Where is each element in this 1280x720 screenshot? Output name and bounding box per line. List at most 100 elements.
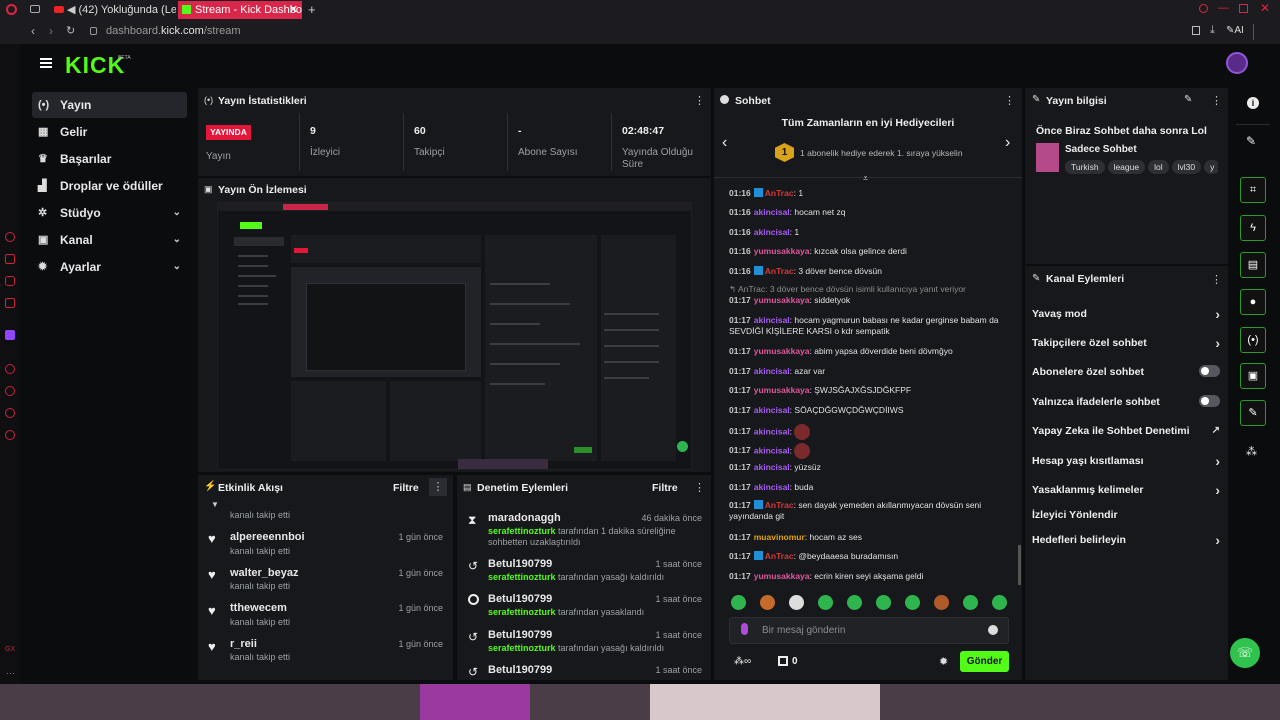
account-age-item[interactable]: Hesap yaşı kısıtlaması › bbox=[1032, 453, 1222, 469]
tag[interactable]: y bbox=[1204, 160, 1218, 174]
flash-icon[interactable]: ϟ bbox=[1240, 215, 1266, 241]
nav-item-achievements[interactable]: ♛ Başarılar bbox=[32, 146, 187, 172]
mod-actor[interactable]: serafettinozturk bbox=[488, 643, 556, 653]
pin-collapse-icon[interactable]: ⩡ bbox=[863, 173, 868, 184]
emotes-only-toggle[interactable] bbox=[1199, 395, 1220, 407]
opera-logo-icon[interactable] bbox=[6, 4, 17, 15]
notes-icon[interactable]: ▤ bbox=[1240, 252, 1266, 278]
chat-username[interactable]: yumusakkaya bbox=[754, 571, 810, 581]
minimize-icon[interactable]: — bbox=[1218, 2, 1229, 14]
activity-username[interactable]: r_reii bbox=[230, 638, 257, 650]
chat-username[interactable]: akincisal bbox=[754, 366, 790, 376]
sidebar-clock-icon[interactable] bbox=[5, 386, 15, 396]
more-icon[interactable]: ⋮ bbox=[694, 481, 705, 494]
nav-item-stream[interactable]: (•) Yayın bbox=[32, 92, 187, 118]
chat-username[interactable]: yumusakkaya bbox=[754, 385, 810, 395]
emote-icon[interactable] bbox=[934, 595, 949, 610]
layout-icon[interactable]: ▣ bbox=[1240, 363, 1266, 389]
browser-search-icon[interactable] bbox=[1199, 4, 1208, 13]
mod-username[interactable]: Betul190799 bbox=[488, 593, 552, 605]
sidebar-extension-icon[interactable] bbox=[5, 254, 15, 264]
sidebar-aria-icon[interactable] bbox=[5, 232, 15, 242]
mod-username[interactable]: Betul190799 bbox=[488, 664, 552, 676]
sidebar-bookmarks-icon[interactable] bbox=[5, 408, 15, 418]
edit-stream-icon[interactable]: ✎ bbox=[1246, 134, 1256, 148]
group-icon[interactable]: ⁂ bbox=[1246, 445, 1257, 458]
activity-username[interactable]: tthewecem bbox=[230, 602, 287, 614]
filter-button[interactable]: Filtre bbox=[393, 482, 419, 494]
sidebar-settings-icon[interactable] bbox=[5, 430, 15, 440]
more-icon[interactable]: ⋮ bbox=[694, 94, 705, 107]
sidebar-gx-icon[interactable]: GX bbox=[5, 646, 15, 653]
stream-preview-video[interactable] bbox=[217, 202, 692, 470]
mod-actor[interactable]: serafettinozturk bbox=[488, 607, 556, 617]
more-icon[interactable]: ⋮ bbox=[1211, 94, 1222, 107]
tag[interactable]: lvl30 bbox=[1171, 160, 1202, 174]
more-icon[interactable]: ⋮ bbox=[429, 478, 447, 496]
sidebar-news-icon[interactable] bbox=[5, 298, 15, 308]
goals-item[interactable]: Hedefleri belirleyin › bbox=[1032, 532, 1222, 548]
emote-icon[interactable] bbox=[731, 595, 746, 610]
chat-username[interactable]: akincisal bbox=[754, 445, 790, 455]
banned-words-item[interactable]: Yasaklanmış kelimeler › bbox=[1032, 482, 1222, 498]
close-tab-icon[interactable]: ✕ bbox=[289, 1, 298, 19]
chat-username[interactable]: akincisal bbox=[754, 405, 790, 415]
nav-item-settings[interactable]: ✹ Ayarlar ⌄ bbox=[32, 254, 187, 280]
sidebar-more-icon[interactable]: ··· bbox=[6, 668, 15, 678]
ai-button[interactable]: ✎AI bbox=[1226, 25, 1244, 36]
activity-username[interactable]: alpereeennboi bbox=[230, 531, 305, 543]
microphone-icon[interactable] bbox=[741, 623, 748, 635]
nav-item-channel[interactable]: ▣ Kanal ⌄ bbox=[32, 227, 187, 253]
more-icon[interactable]: ⋮ bbox=[1004, 94, 1015, 107]
clip-icon[interactable]: ⌗ bbox=[1240, 177, 1266, 203]
emote-icon[interactable] bbox=[992, 595, 1007, 610]
nav-item-studio[interactable]: ✲ Stüdyo ⌄ bbox=[32, 200, 187, 226]
edit-icon[interactable]: ✎ bbox=[1184, 94, 1192, 105]
tag[interactable]: lol bbox=[1148, 160, 1169, 174]
kick-logo[interactable]: KICK bbox=[65, 52, 125, 79]
sidebar-history-icon[interactable] bbox=[5, 364, 15, 374]
chat-username[interactable]: akincisal bbox=[754, 315, 790, 325]
chat-username[interactable]: AnTrac bbox=[765, 500, 794, 510]
chat-username[interactable]: akincisal bbox=[754, 482, 790, 492]
url-field[interactable]: dashboard.kick.com/stream bbox=[106, 25, 241, 37]
emoji-icon[interactable] bbox=[988, 625, 998, 635]
menu-icon[interactable] bbox=[40, 58, 52, 68]
download-icon[interactable]: ⤓ bbox=[1210, 24, 1215, 37]
chat-scrollbar[interactable] bbox=[1018, 545, 1021, 585]
chat-username[interactable]: akincisal bbox=[754, 462, 790, 472]
chat-username[interactable]: yumusakkaya bbox=[754, 295, 810, 305]
chat-username[interactable]: muavinomur bbox=[754, 532, 805, 542]
send-button[interactable]: Gönder bbox=[960, 651, 1009, 672]
emote-icon[interactable] bbox=[876, 595, 891, 610]
support-fab[interactable]: ☏ bbox=[1230, 638, 1260, 668]
browser-tab-youtube[interactable]: ◀(42) Yokluğunda (Leyla bbox=[50, 1, 176, 19]
new-tab-icon[interactable]: + bbox=[308, 2, 316, 17]
ai-moderation-item[interactable]: Yapay Zeka ile Sohbet Denetimi ↗ bbox=[1032, 425, 1222, 437]
chat-icon[interactable]: ● bbox=[1240, 289, 1266, 315]
user-avatar[interactable] bbox=[1226, 52, 1248, 74]
more-icon[interactable]: ⋮ bbox=[1211, 273, 1222, 286]
mod-actor[interactable]: serafettinozturk bbox=[488, 526, 556, 536]
broadcast-icon[interactable]: (•) bbox=[1240, 327, 1266, 353]
maximize-icon[interactable] bbox=[1239, 4, 1248, 13]
chat-username[interactable]: AnTrac bbox=[765, 551, 794, 561]
share-icon[interactable] bbox=[1192, 26, 1200, 35]
emote-icon[interactable] bbox=[905, 595, 920, 610]
activity-username[interactable]: walter_beyaz bbox=[230, 567, 298, 579]
prev-arrow-icon[interactable]: ‹ bbox=[722, 134, 727, 152]
tag[interactable]: Turkish bbox=[1065, 160, 1105, 174]
emote-icon[interactable] bbox=[963, 595, 978, 610]
nav-item-revenue[interactable]: ▦ Gelir bbox=[32, 119, 187, 145]
users-icon[interactable]: ⁂∞ bbox=[734, 656, 751, 667]
mod-username[interactable]: Betul190799 bbox=[488, 629, 552, 641]
chat-username[interactable]: akincisal bbox=[754, 426, 790, 436]
raid-item[interactable]: İzleyici Yönlendir bbox=[1032, 509, 1222, 521]
chat-settings-icon[interactable]: ✹ bbox=[939, 655, 948, 668]
forward-icon[interactable]: › bbox=[49, 24, 53, 38]
mod-username[interactable]: maradonaggh bbox=[488, 512, 561, 524]
reload-icon[interactable]: ↻ bbox=[66, 24, 75, 37]
chat-username[interactable]: yumusakkaya bbox=[754, 246, 810, 256]
followers-only-item[interactable]: Takipçilere özel sohbet › bbox=[1032, 335, 1222, 351]
chat-username[interactable]: yumusakkaya bbox=[754, 346, 810, 356]
